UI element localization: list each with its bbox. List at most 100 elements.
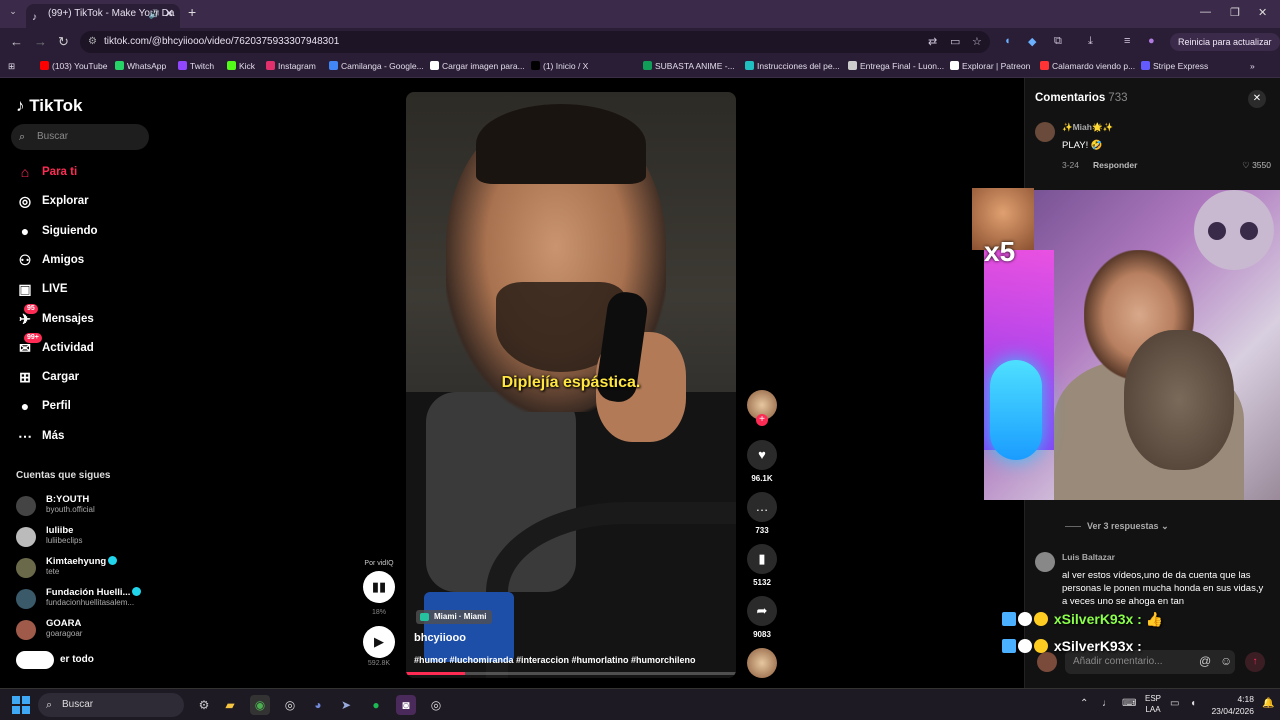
profile-icon[interactable]: ● (1148, 35, 1155, 47)
chrome-icon[interactable]: ◉ (250, 695, 270, 715)
mention-icon[interactable]: @ (1199, 654, 1211, 668)
bookmark-item[interactable]: Twitch (178, 61, 214, 71)
spotify-icon[interactable]: ● (366, 695, 386, 715)
volume-icon[interactable]: ◖ (1190, 698, 1196, 709)
apps-grid-icon[interactable]: ⊞ (8, 61, 15, 72)
sidebar-item-explorar[interactable]: ◎ Explorar (16, 191, 156, 211)
bookmark-item[interactable]: (103) YouTube (40, 61, 107, 71)
minimize-icon[interactable]: — (1200, 6, 1211, 18)
send-icon[interactable]: ↑ (1245, 652, 1265, 672)
see-all-link[interactable]: er todo (16, 650, 156, 674)
close-window-icon[interactable]: ✕ (1258, 6, 1267, 19)
emoji-icon[interactable]: ☺ (1220, 654, 1232, 668)
site-info-icon[interactable]: ⚙ (88, 31, 97, 53)
video-hashtags[interactable]: #humor #luchomiranda #interaccion #humor… (414, 655, 696, 665)
settings-app-icon[interactable]: ⚙ (194, 695, 214, 715)
reading-list-icon[interactable]: ≡ (1124, 35, 1130, 47)
keyboard-icon[interactable]: ⌨ (1122, 698, 1136, 709)
comment-button[interactable]: … 733 (746, 492, 778, 535)
vidiq-toggle-icon[interactable] (16, 651, 54, 669)
followed-account[interactable]: Kimtaehyung tete (16, 556, 156, 580)
comment-like-button[interactable]: ♡ 3550 (1242, 160, 1271, 171)
bookmark-item[interactable]: Stripe Express (1141, 61, 1208, 71)
followed-account[interactable]: luliibe luliibeclips (16, 525, 156, 549)
sidebar-item-mas[interactable]: ⋯ Más (16, 426, 156, 446)
cast-icon[interactable]: ▭ (950, 35, 960, 48)
tiktok-logo[interactable]: ♪ TikTok (16, 96, 82, 116)
forward-icon[interactable]: → (34, 34, 47, 49)
address-bar[interactable]: ⚙ tiktok.com/@bhcyiiooo/video/7620375933… (80, 31, 990, 53)
bookmark-item[interactable]: Calamardo viendo p... (1040, 61, 1135, 71)
obs-secondary-icon[interactable]: ◎ (426, 695, 446, 715)
bookmark-item[interactable]: Kick (227, 61, 255, 71)
language-indicator[interactable]: ESP LAA (1144, 693, 1162, 715)
sidebar-item-actividad[interactable]: ✉ 99+ Actividad (16, 332, 156, 358)
play-icon[interactable]: ▶ (363, 626, 395, 658)
back-icon[interactable]: ← (10, 34, 23, 49)
search-input[interactable]: ⌕ Buscar (11, 124, 149, 150)
video-progress-bar[interactable] (406, 672, 736, 675)
followed-account[interactable]: GOARA goaragoar (16, 618, 156, 642)
download-icon[interactable]: ⤓ (1088, 35, 1093, 48)
obs-icon[interactable]: ◎ (280, 695, 300, 715)
mic-icon[interactable]: ♩ (1102, 698, 1112, 709)
sidebar-item-mensajes[interactable]: ✈ 95 Mensajes (16, 303, 156, 329)
save-button[interactable]: ▮ 5132 (746, 544, 778, 587)
bookmark-item[interactable]: WhatsApp (115, 61, 166, 71)
discord-icon[interactable]: ◕ (308, 695, 328, 715)
taskbar-search[interactable]: ⌕ Buscar (38, 693, 184, 717)
follow-plus-icon[interactable]: + (756, 414, 768, 426)
close-comments-icon[interactable]: ✕ (1248, 90, 1266, 108)
comment-avatar[interactable] (1035, 552, 1055, 572)
sidebar-item-cargar[interactable]: ⊞ Cargar (16, 367, 156, 387)
tray-chevron-icon[interactable]: ⌃ (1080, 698, 1088, 709)
extension-b-icon[interactable]: ◆ (1028, 35, 1036, 48)
bookmark-item[interactable]: SUBASTA ANIME -... (643, 61, 735, 71)
creator-avatar[interactable]: + (746, 390, 778, 426)
bookmark-item[interactable]: Instagram (266, 61, 316, 71)
update-button[interactable]: Reinicia para actualizar (1170, 33, 1280, 51)
sidebar-item-live[interactable]: ▣ LIVE (16, 279, 156, 299)
bookmark-item[interactable]: Cargar imagen para... (430, 61, 525, 71)
system-clock[interactable]: 4:18 23/04/2026 (1208, 693, 1254, 717)
reload-icon[interactable]: ↻ (58, 34, 69, 50)
extension-a-icon[interactable]: ◖ (1004, 35, 1011, 47)
extensions-puzzle-icon[interactable]: ⧉ (1054, 35, 1062, 48)
bookmark-item[interactable]: (1) Inicio / X (531, 61, 588, 71)
file-explorer-icon[interactable]: ▰ (220, 695, 240, 715)
windows-start-icon[interactable] (12, 696, 30, 714)
like-button[interactable]: ♥ 96.1K (746, 440, 778, 483)
network-icon[interactable]: ▭ (1170, 698, 1179, 709)
location-tag[interactable]: Miami · Miami (416, 610, 493, 624)
notifications-icon[interactable]: 🔔 (1262, 698, 1274, 709)
speaker-icon[interactable]: 🔊 (149, 4, 160, 24)
reply-button[interactable]: Responder (1093, 160, 1137, 170)
browser-tab[interactable]: ♪ (99+) TikTok - Make Your Da 🔊 ✕ (26, 4, 180, 28)
tab-list-icon[interactable]: ⌄ (6, 6, 20, 20)
view-replies-button[interactable]: Ver 3 respuestas ⌄ (1065, 521, 1169, 532)
comment-avatar[interactable] (1035, 122, 1055, 142)
bookmark-item[interactable]: Explorar | Patreon (950, 61, 1030, 71)
video-player[interactable]: Diplejía espástica. Miami · Miami bhcyii… (406, 92, 736, 678)
bookmark-item[interactable]: Entrega Final - Luon... (848, 61, 944, 71)
close-tab-icon[interactable]: ✕ (165, 4, 174, 24)
stream-app-icon[interactable]: ◙ (396, 695, 416, 715)
steam-icon[interactable]: ➤ (336, 695, 356, 715)
maximize-icon[interactable]: ❐ (1230, 6, 1240, 19)
share-button[interactable]: ➦ 9083 (746, 596, 778, 639)
translate-icon[interactable]: ⇄ (928, 35, 937, 48)
video-author[interactable]: bhcyiiooo (414, 632, 466, 644)
sidebar-item-para-ti[interactable]: ⌂ Para ti (16, 162, 156, 182)
bookmark-item[interactable]: Instrucciones del pe... (745, 61, 840, 71)
vidiq-stats-icon[interactable]: ▮▮ (363, 571, 395, 603)
music-disc[interactable] (746, 648, 778, 678)
new-tab-icon[interactable]: + (188, 4, 196, 20)
bookmark-item[interactable]: Camilanga - Google... (329, 61, 424, 71)
followed-account[interactable]: B:YOUTH byouth.official (16, 494, 156, 518)
sidebar-item-amigos[interactable]: ⚇ Amigos (16, 250, 156, 270)
sidebar-item-perfil[interactable]: ● Perfil (16, 396, 156, 416)
sidebar-item-siguiendo[interactable]: ● Siguiendo (16, 221, 156, 241)
bookmark-star-icon[interactable]: ☆ (972, 35, 982, 48)
more-bookmarks-icon[interactable]: » (1250, 61, 1255, 71)
comment-user[interactable]: Luis Baltazar (1062, 552, 1115, 562)
